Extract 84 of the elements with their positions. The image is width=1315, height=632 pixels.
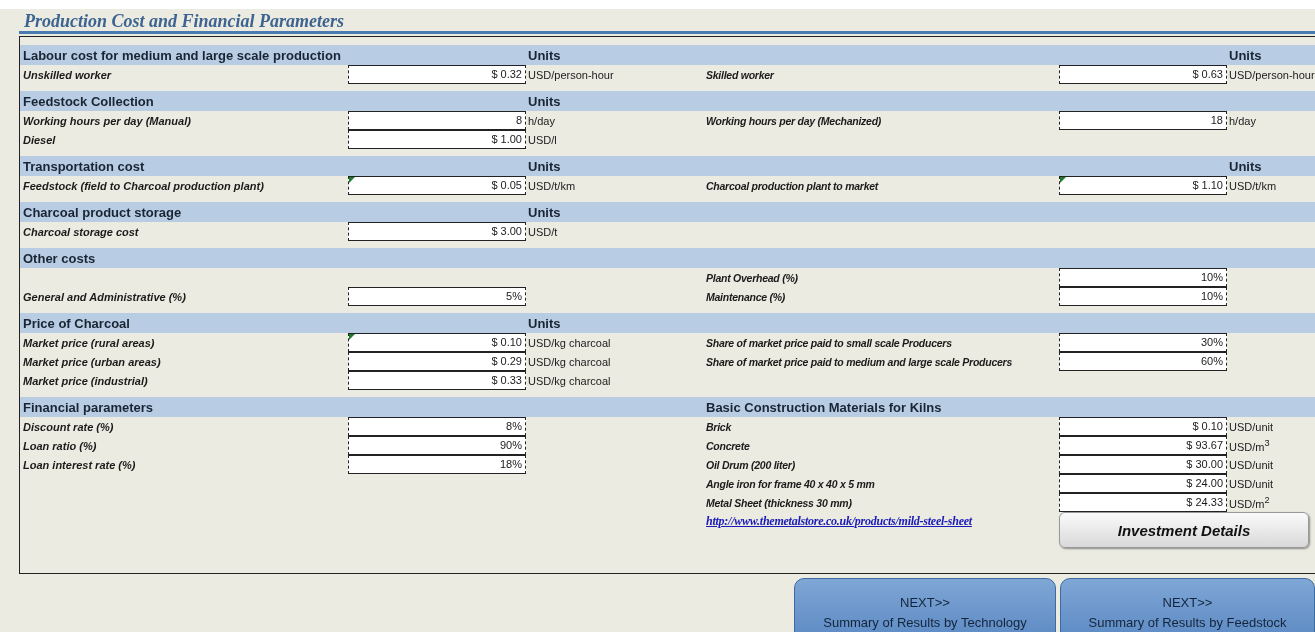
unit-label: USD/unit <box>1229 458 1274 471</box>
parameter-label: Discount rate (%) <box>23 420 114 433</box>
parameter-label: Angle iron for frame 40 x 40 x 5 mm <box>706 477 875 490</box>
parameter-label: Working hours per day (Manual) <box>23 114 191 127</box>
parameter-label: Working hours per day (Mechanized) <box>706 114 882 127</box>
units-header: Units <box>527 159 561 174</box>
parameter-label: Unskilled worker <box>23 68 112 81</box>
unit-label: USD/kg charcoal <box>528 355 611 368</box>
value-field[interactable]: $ 1.00 <box>348 130 526 149</box>
parameter-label: Diesel <box>23 133 56 146</box>
value-field[interactable]: 8% <box>348 417 526 436</box>
parameter-label: Concrete <box>706 439 750 452</box>
value-field[interactable]: $ 0.10 <box>1059 417 1227 436</box>
parameter-label: Charcoal storage cost <box>23 225 139 238</box>
next-button[interactable]: NEXT>> Summary of Results by Feedstock <box>1060 578 1315 632</box>
section-title: Feedstock Collection <box>22 94 154 109</box>
value-field[interactable]: $ 30.00 <box>1059 455 1227 474</box>
parameter-label: Maintenance (%) <box>706 290 786 303</box>
value-field[interactable]: $ 0.29 <box>348 352 526 371</box>
parameter-label: Market price (industrial) <box>23 374 148 387</box>
units-header: Units <box>1228 159 1262 174</box>
units-header: Units <box>1228 48 1262 63</box>
section-title: Other costs <box>22 251 96 266</box>
value-field[interactable]: 8 <box>348 111 526 130</box>
unit-label: USD/l <box>528 133 557 146</box>
value-field[interactable]: $ 24.33 <box>1059 493 1227 512</box>
parameter-label: Share of market price paid to small scale Producers <box>706 336 952 349</box>
value-field[interactable]: $ 0.32 <box>348 65 526 84</box>
value-field[interactable]: $ 0.63 <box>1059 65 1227 84</box>
units-header: Units <box>527 205 561 220</box>
value-field[interactable]: $ 0.05 <box>348 176 526 195</box>
parameter-label: Metal Sheet (thickness 30 mm) <box>706 496 852 509</box>
parameter-label: General and Administrative (%) <box>23 290 186 303</box>
value-field[interactable]: 30% <box>1059 333 1227 352</box>
parameter-label: Feedstock (field to Charcoal production plant) <box>23 179 264 192</box>
value-field[interactable]: $ 0.10 <box>348 333 526 352</box>
parameter-label: Plant Overhead (%) <box>706 271 798 284</box>
value-field[interactable]: 18% <box>348 455 526 474</box>
parameter-label: Skilled worker <box>706 68 774 81</box>
section-title: Transportation cost <box>22 159 145 174</box>
unit-label: h/day <box>528 114 555 127</box>
units-header: Units <box>527 48 561 63</box>
value-field[interactable]: 60% <box>1059 352 1227 371</box>
unit-label: USD/t <box>528 225 558 238</box>
section-title: Basic Construction Materials for Kilns <box>706 400 942 415</box>
parameter-label: Loan interest rate (%) <box>23 458 136 471</box>
value-field[interactable]: 90% <box>348 436 526 455</box>
parameter-label: Oil Drum (200 liter) <box>706 458 795 471</box>
value-field[interactable]: $ 93.67 <box>1059 436 1227 455</box>
website-link[interactable]: http://www.themetalstore.co.uk/products/mild-steel-sheet <box>706 514 972 528</box>
value-field[interactable]: $ 0.33 <box>348 371 526 390</box>
unit-label: USD/person-hour <box>1229 68 1315 81</box>
unit-label: USD/unit <box>1229 477 1274 490</box>
parameter-label: Brick <box>706 420 731 433</box>
section-title: Price of Charcoal <box>22 316 130 331</box>
unit-label: USD/m$^{2}$ <box>1229 497 1270 510</box>
unit-label: USD/kg charcoal <box>528 336 611 349</box>
value-field[interactable]: $ 1.10 <box>1059 176 1227 195</box>
value-field[interactable]: 10% <box>1059 268 1227 287</box>
unit-label: USD/unit <box>1229 420 1274 433</box>
value-field[interactable]: 5% <box>348 287 526 306</box>
section-title: Financial parameters <box>22 400 154 415</box>
next-button[interactable]: NEXT>> Summary of Results by Technology <box>794 578 1056 632</box>
parameter-label: Share of market price paid to medium and large scale Producers <box>706 355 1013 368</box>
value-field[interactable]: $ 24.00 <box>1059 474 1227 493</box>
value-field[interactable]: 10% <box>1059 287 1227 306</box>
unit-label: USD/person-hour <box>528 68 614 81</box>
unit-label: USD/t/km <box>528 179 576 192</box>
parameter-label: Market price (urban areas) <box>23 355 161 368</box>
value-field[interactable]: $ 3.00 <box>348 222 526 241</box>
parameter-label: Charcoal production plant to market <box>706 179 879 192</box>
page-title: Production Cost and Financial Parameters <box>23 10 345 31</box>
unit-label: USD/kg charcoal <box>528 374 611 387</box>
unit-label: USD/m$^{3}$ <box>1229 440 1270 453</box>
units-header: Units <box>527 94 561 109</box>
investment-details-button[interactable]: Investment Details <box>1059 512 1309 548</box>
units-header: Units <box>527 316 561 331</box>
section-title: Charcoal product storage <box>22 205 182 220</box>
value-field[interactable]: 18 <box>1059 111 1227 130</box>
unit-label: h/day <box>1229 114 1256 127</box>
section-title: Labour cost for medium and large scale production <box>22 48 341 63</box>
parameter-label: Loan ratio (%) <box>23 439 97 452</box>
unit-label: USD/t/km <box>1229 179 1277 192</box>
parameter-label: Market price (rural areas) <box>23 336 155 349</box>
